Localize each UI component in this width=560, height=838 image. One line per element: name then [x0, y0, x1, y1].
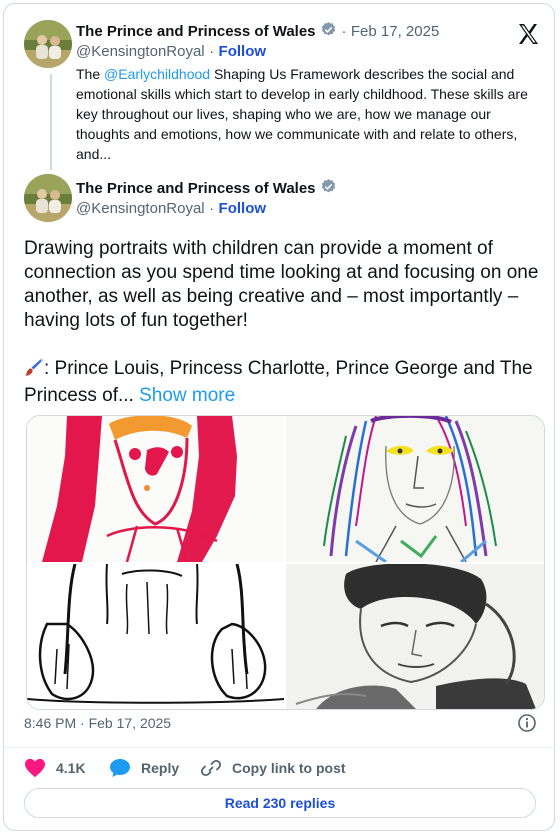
- like-count: 4.1K: [56, 760, 86, 776]
- main-handle-row: @KensingtonRoyal · Follow: [76, 200, 266, 218]
- separator-dot: ·: [209, 43, 215, 60]
- copy-link-button[interactable]: Copy link to post: [200, 757, 346, 779]
- like-button[interactable]: 4.1K: [24, 757, 86, 779]
- quoted-tweet-text: The @Earlychildhood Shaping Us Framework…: [76, 64, 544, 164]
- follow-button[interactable]: Follow: [219, 200, 267, 217]
- handle[interactable]: @KensingtonRoyal: [76, 200, 205, 217]
- tweet-text-paragraph-2: : Prince Louis, Princess Charlotte, Prin…: [24, 357, 540, 408]
- reply-label: Reply: [141, 760, 180, 776]
- drawing-image-1[interactable]: [27, 416, 284, 562]
- drawing-image-3[interactable]: [27, 564, 284, 709]
- display-name[interactable]: The Prince and Princess of Wales: [76, 23, 316, 40]
- divider: [4, 747, 556, 748]
- media-grid[interactable]: [26, 415, 545, 710]
- show-more-link[interactable]: Show more: [139, 385, 235, 406]
- quoted-tweet-header: The Prince and Princess of Wales · Feb 1…: [76, 21, 439, 43]
- reply-button[interactable]: Reply: [109, 757, 179, 779]
- follow-button[interactable]: Follow: [219, 43, 267, 60]
- x-logo-icon[interactable]: [516, 22, 540, 46]
- mention-link[interactable]: @Earlychildhood: [104, 66, 210, 82]
- heart-icon: [24, 758, 46, 778]
- tweet-timestamp[interactable]: 8:46 PM · Feb 17, 2025: [24, 715, 171, 731]
- read-replies-button[interactable]: Read 230 replies: [24, 788, 536, 818]
- main-tweet-header: The Prince and Princess of Wales: [76, 178, 337, 200]
- separator-dot: ·: [341, 23, 347, 41]
- display-name[interactable]: The Prince and Princess of Wales: [76, 180, 316, 197]
- drawing-image-2[interactable]: [286, 416, 544, 562]
- handle[interactable]: @KensingtonRoyal: [76, 43, 205, 60]
- separator-dot: ·: [209, 200, 215, 217]
- copy-link-label: Copy link to post: [232, 760, 346, 776]
- tweet-text-credits: : Prince Louis, Princess Charlotte, Prin…: [24, 358, 533, 406]
- drawing-image-4[interactable]: [286, 564, 544, 709]
- quote-text-start: The: [76, 66, 105, 82]
- quoted-handle-row: @KensingtonRoyal · Follow: [76, 43, 266, 61]
- link-icon: [200, 758, 222, 778]
- info-icon[interactable]: [517, 713, 537, 733]
- embedded-tweet-card: The Prince and Princess of Wales · Feb 1…: [3, 3, 556, 831]
- reply-bubble-icon: [109, 758, 131, 778]
- avatar[interactable]: [24, 174, 72, 222]
- thread-connector: [50, 74, 52, 170]
- verified-badge-icon: [320, 21, 337, 43]
- avatar[interactable]: [24, 20, 72, 68]
- tweet-date[interactable]: Feb 17, 2025: [351, 23, 439, 40]
- tweet-text-paragraph-1: Drawing portraits with children can prov…: [24, 238, 539, 331]
- verified-badge-icon: [320, 178, 337, 200]
- paintbrush-emoji-icon: [24, 357, 44, 384]
